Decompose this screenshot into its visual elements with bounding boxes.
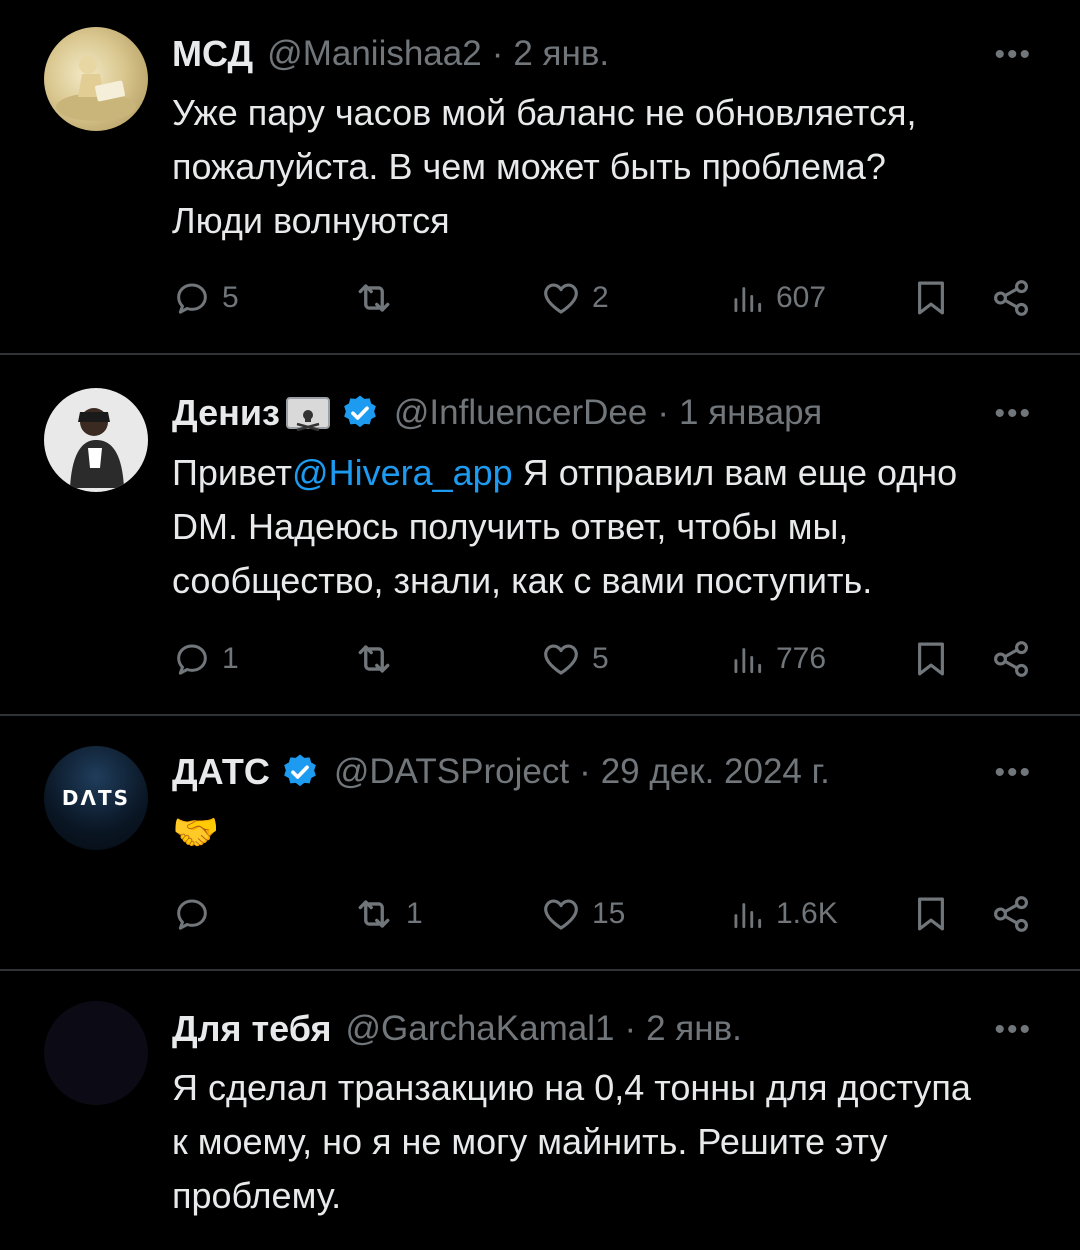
reply-button[interactable]: 1 xyxy=(172,634,239,684)
more-icon[interactable]: ••• xyxy=(994,756,1032,790)
reply-count: 1 xyxy=(222,642,239,675)
more-icon[interactable]: ••• xyxy=(994,397,1032,431)
figure-reading-avatar-icon xyxy=(56,56,136,121)
views-button[interactable]: 1.6K xyxy=(728,889,838,939)
avatar[interactable]: DΛTS xyxy=(44,746,148,850)
views-icon xyxy=(728,640,766,678)
like-button[interactable]: 15 xyxy=(540,889,625,939)
like-count: 5 xyxy=(592,642,609,675)
bookmark-icon xyxy=(910,893,952,935)
separator-dot: · xyxy=(579,752,591,791)
retweet-icon xyxy=(352,637,396,681)
reply-button[interactable]: 5 xyxy=(172,273,239,323)
handle[interactable]: @Maniishaa2 xyxy=(267,34,482,74)
person-avatar-icon xyxy=(70,408,124,488)
text-line: к моему, но я не могу майнить. Решите эт… xyxy=(172,1121,888,1162)
avatar[interactable] xyxy=(44,27,148,131)
text-line: проблему. xyxy=(172,1175,342,1216)
bookmark-button[interactable] xyxy=(910,889,952,939)
reply-icon xyxy=(172,894,212,934)
views-button[interactable]: 776 xyxy=(728,634,826,684)
like-icon xyxy=(540,638,582,680)
handle[interactable]: @GarchaKamal1 xyxy=(345,1009,614,1049)
display-name[interactable]: Для тебя xyxy=(172,1008,331,1050)
verified-icon xyxy=(280,752,320,792)
like-button[interactable]: 2 xyxy=(540,273,609,323)
like-count: 2 xyxy=(592,281,609,314)
like-button[interactable]: 5 xyxy=(540,634,609,684)
text-fragment: Привет xyxy=(172,452,293,493)
views-count: 607 xyxy=(776,281,827,314)
tweet-text: Привет@Hivera_app Я отправил вам еще одн… xyxy=(172,446,1032,608)
handle[interactable]: @InfluencerDee xyxy=(394,393,647,433)
text-line: DM. Надеюсь получить ответ, чтобы мы, xyxy=(172,506,849,547)
retweet-button[interactable]: 1 xyxy=(352,889,423,939)
handshake-emoji: 🤝 xyxy=(172,812,220,854)
retweet-button[interactable] xyxy=(352,273,396,323)
reply-count: 5 xyxy=(222,281,239,314)
text-line: Уже пару часов мой баланс не обновляется… xyxy=(172,92,917,133)
separator-dot: · xyxy=(657,393,669,432)
separator-dot: · xyxy=(624,1009,637,1048)
share-button[interactable] xyxy=(990,889,1032,939)
share-button[interactable] xyxy=(990,634,1032,684)
retweet-icon xyxy=(352,892,396,936)
bookmark-icon xyxy=(910,277,952,319)
share-button[interactable] xyxy=(990,273,1032,323)
text-line: пожалуйста. В чем может быть проблема? xyxy=(172,146,886,187)
display-name[interactable]: МСД xyxy=(172,33,253,75)
action-bar: 1 5 776 xyxy=(172,634,1040,684)
like-icon xyxy=(540,277,582,319)
display-name[interactable]: Дениз xyxy=(172,392,280,434)
text-line: сообщество, знали, как с вами поступить. xyxy=(172,560,873,601)
share-icon xyxy=(990,277,1032,319)
reply-icon xyxy=(172,278,212,318)
display-name[interactable]: ДАТС xyxy=(172,751,270,793)
share-icon xyxy=(990,893,1032,935)
action-bar: 5 2 607 xyxy=(172,273,1040,323)
tweet-text: Уже пару часов мой баланс не обновляется… xyxy=(172,86,1032,248)
text-fragment: Я отправил вам еще одно xyxy=(512,452,958,493)
bookmark-icon xyxy=(910,638,952,680)
handle[interactable]: @DATSProject xyxy=(334,752,569,792)
action-bar: 1 15 1.6K xyxy=(172,889,1040,939)
tweet-1[interactable]: МСД @Maniishaa2 · 2 янв. ••• Уже пару ча… xyxy=(0,0,1080,355)
text-line: Привет@Hivera_app Я отправил вам еще одн… xyxy=(172,446,1032,500)
datsproject-logo: DΛTS xyxy=(61,786,131,810)
views-count: 776 xyxy=(776,642,827,675)
retweet-button[interactable] xyxy=(352,634,396,684)
separator-dot: · xyxy=(491,34,504,73)
views-icon xyxy=(728,895,766,933)
bookmark-button[interactable] xyxy=(910,273,952,323)
views-icon xyxy=(728,279,766,317)
retweet-count: 1 xyxy=(406,897,423,930)
retweet-icon xyxy=(352,276,396,320)
views-button[interactable]: 607 xyxy=(728,273,826,323)
tweet-3[interactable]: DΛTS ДАТС @DATSProject · 29 дек. 2024 г.… xyxy=(0,716,1080,971)
timestamp[interactable]: 2 янв. xyxy=(646,1009,742,1049)
more-icon[interactable]: ••• xyxy=(994,38,1032,72)
verified-icon xyxy=(340,393,380,433)
views-count: 1.6K xyxy=(776,897,838,930)
like-icon xyxy=(540,893,582,935)
reply-icon xyxy=(172,639,212,679)
tweet-text: 🤝 xyxy=(172,806,1032,860)
bookmark-button[interactable] xyxy=(910,634,952,684)
more-icon[interactable]: ••• xyxy=(994,1013,1032,1047)
mention-link[interactable]: @Hivera_app xyxy=(292,452,513,493)
reply-button[interactable] xyxy=(172,889,212,939)
tweet-4[interactable]: Для тебя @GarchaKamal1 · 2 янв. ••• Я сд… xyxy=(0,971,1080,1250)
timestamp[interactable]: 1 января xyxy=(679,393,822,433)
text-line: Люди волнуются xyxy=(172,200,450,241)
avatar[interactable] xyxy=(44,388,148,492)
pirate-flag-icon xyxy=(285,397,330,432)
text-line: Я сделал транзакцию на 0,4 тонны для дос… xyxy=(172,1067,971,1108)
timestamp[interactable]: 2 янв. xyxy=(513,34,609,74)
avatar[interactable] xyxy=(44,1001,148,1105)
share-icon xyxy=(990,638,1032,680)
tweet-2[interactable]: Дениз @InfluencerDee · 1 января ••• Прив… xyxy=(0,355,1080,715)
timestamp[interactable]: 29 дек. 2024 г. xyxy=(601,752,830,792)
tweet-text: Я сделал транзакцию на 0,4 тонны для дос… xyxy=(172,1061,1032,1223)
like-count: 15 xyxy=(592,897,626,930)
